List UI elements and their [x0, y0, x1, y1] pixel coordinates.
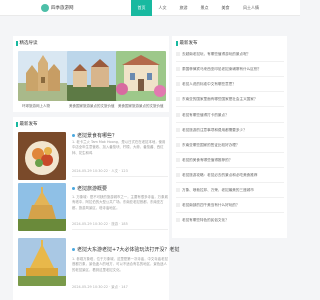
article-thumbnail-food[interactable] [18, 132, 66, 180]
divider [176, 167, 284, 168]
sidebar-link-text[interactable]: 去越南老挝玩，有哪些值得游玩的景点呢？ [182, 52, 250, 56]
article-meta-3: 2024-05-29 10:30:22 · 景点 · 147 [72, 285, 128, 289]
sidebar-heading: 最新发布 [176, 40, 198, 46]
list-marker [176, 113, 180, 117]
featured-title: 精选导读 [19, 41, 38, 46]
sidebar-link-7[interactable]: 东南亚哪些国家的签证比较好办理？ [176, 143, 284, 148]
featured-image-town[interactable] [67, 51, 117, 101]
sidebar-link-text[interactable]: 老挝的美食有哪些值得推荐的？ [182, 158, 232, 162]
list-marker [176, 203, 180, 207]
sidebar-title: 最新发布 [179, 41, 198, 46]
divider [176, 197, 284, 198]
sidebar-link-3[interactable]: 老挝人说的标准中文有哪些意思？ [176, 82, 284, 87]
divider [176, 152, 284, 153]
nav-home[interactable]: 首页 [131, 0, 152, 16]
sidebar-link-text[interactable]: 老挝有哪些值得打卡的景点？ [182, 113, 229, 117]
nav-customs[interactable]: 风土人情 [236, 0, 266, 16]
article-summary-3: 1. 参观万象塔，位于万象城，这里是第一次寺庙，中文寺庙老挝首都万象，景色迷人的… [72, 257, 168, 272]
featured-caption-2[interactable]: 美食国家旅游景点的文旅价值 [69, 104, 115, 109]
latest-title: 最新发布 [19, 122, 38, 127]
list-marker [176, 52, 180, 56]
list-marker [176, 97, 180, 101]
featured-caption-3[interactable]: 美食国家旅游景点的文旅价值 [118, 104, 164, 109]
sidebar-link-12[interactable]: 老挝有哪些特色的民俗文化？ [176, 218, 284, 223]
heading-accent-bar [16, 40, 18, 46]
sidebar-link-2[interactable]: 泰国菲律宾马来西亚印尼老挝柬埔寨有什么区别？ [176, 67, 284, 72]
article-title-2[interactable]: 老挝旅游概要 [72, 185, 107, 192]
divider [176, 91, 284, 92]
sidebar-link-11[interactable]: 老挝南部的四千美岛有什么好玩的？ [176, 203, 284, 208]
article-summary-2: 1. 万象城：是不可缺的旅游城市之一，主要有很多寺庙，万象城有塔中，阿拉伯的大型… [72, 195, 168, 210]
heading-accent-bar [176, 40, 178, 46]
featured-caption-1[interactable]: 环球旅游网上人物 [22, 104, 50, 109]
top-navbar: 四季旅游网 首页 人文 旅游 景点 美食 风土人情 [0, 0, 300, 16]
bullet-icon [72, 134, 75, 137]
sidebar-link-text[interactable]: 东南亚哪些国家的签证比较好办理？ [182, 143, 240, 147]
nav-culture[interactable]: 人文 [152, 0, 173, 16]
article-summary-1: 1. 老卡兰火 Tam Mak Hoong，是以日式在在老挝本地，使用中店全年生… [72, 140, 166, 155]
divider [176, 182, 284, 183]
article-thumbnail-stupa[interactable] [18, 238, 66, 286]
sidebar-link-text[interactable]: 万象、琅勃拉邦、万荣，老挝最美的三座城市 [182, 188, 254, 192]
heading-accent-bar [16, 121, 18, 127]
sidebar-link-text[interactable]: 东南亚的国家里面有哪些国家是社会主义国家？ [182, 97, 257, 101]
list-marker [176, 82, 180, 86]
list-marker [176, 143, 180, 147]
article-title-text[interactable]: 老挝景食有哪些？ [77, 132, 117, 139]
article-title-1[interactable]: 老挝景食有哪些？ [72, 132, 117, 139]
list-marker [176, 173, 180, 177]
bullet-icon [72, 187, 75, 190]
featured-image-castle[interactable] [18, 51, 68, 101]
featured-image-villa[interactable] [116, 51, 166, 101]
article-meta-1: 2024-05-29 10:30:22 · 人文 · 123 [72, 169, 128, 173]
sidebar-link-text[interactable]: 老挝有哪些特色的民俗文化？ [182, 218, 229, 222]
sidebar-link-10[interactable]: 万象、琅勃拉邦、万荣，老挝最美的三座城市 [176, 188, 284, 193]
sidebar-link-9[interactable]: 老挝旅游攻略：老挝必去的景点和必吃美食推荐 [176, 173, 284, 178]
divider [176, 106, 284, 107]
nav-food[interactable]: 美食 [215, 0, 236, 16]
list-marker [176, 218, 180, 222]
article-title-text[interactable]: 老挝旅游概要 [77, 185, 107, 192]
divider [176, 137, 284, 138]
featured-heading: 精选导读 [16, 40, 38, 46]
list-marker [176, 188, 180, 192]
list-marker [176, 67, 180, 71]
sidebar-link-text[interactable]: 老挝旅游攻略：老挝必去的景点和必吃美食推荐 [182, 173, 257, 177]
divider [176, 212, 284, 213]
sidebar-link-4[interactable]: 东南亚的国家里面有哪些国家是社会主义国家？ [176, 97, 284, 102]
sidebar-link-1[interactable]: 去越南老挝玩，有哪些值得游玩的景点呢？ [176, 52, 284, 57]
site-logo-text[interactable]: 四季旅游网 [51, 5, 74, 11]
list-marker [176, 128, 180, 132]
article-meta-2: 2024-05-29 10:30:22 · 旅游 · 185 [72, 222, 128, 226]
divider [176, 76, 284, 77]
divider [176, 61, 284, 62]
nav-attractions[interactable]: 景点 [194, 0, 215, 16]
nav-travel[interactable]: 旅游 [173, 0, 194, 16]
divider [72, 176, 168, 177]
sidebar-link-text[interactable]: 老挝旅游的注意事项和费用都需要多少？ [182, 128, 247, 132]
sidebar-link-text[interactable]: 老挝南部的四千美岛有什么好玩的？ [182, 203, 240, 207]
article-title-text[interactable]: 老挝大东游老挝+7大必体验玩法打开没？老挝 [77, 246, 179, 253]
bullet-icon [72, 248, 75, 251]
sidebar-link-text[interactable]: 泰国菲律宾马来西亚印尼老挝柬埔寨有什么区别？ [182, 67, 261, 71]
sidebar-link-6[interactable]: 老挝旅游的注意事项和费用都需要多少？ [176, 128, 284, 133]
latest-heading: 最新发布 [16, 121, 38, 127]
article-title-3[interactable]: 老挝大东游老挝+7大必体验玩法打开没？老挝 [72, 246, 179, 253]
sidebar-link-8[interactable]: 老挝的美食有哪些值得推荐的？ [176, 158, 284, 163]
divider [72, 229, 168, 230]
divider [176, 122, 284, 123]
sidebar-link-text[interactable]: 老挝人说的标准中文有哪些意思？ [182, 82, 236, 86]
article-thumbnail-temple[interactable] [18, 183, 66, 231]
site-logo-icon[interactable] [41, 4, 49, 12]
sidebar-link-5[interactable]: 老挝有哪些值得打卡的景点？ [176, 113, 284, 118]
list-marker [176, 158, 180, 162]
